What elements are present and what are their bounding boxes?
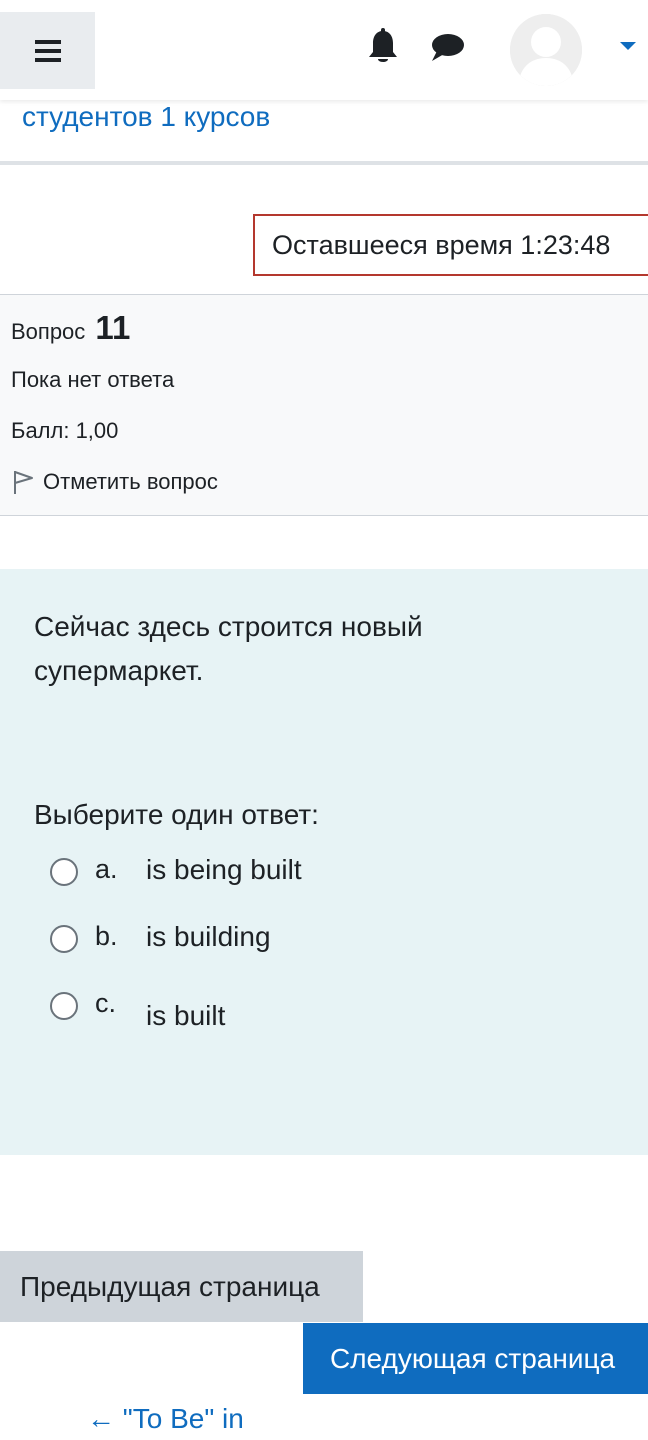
bell-icon[interactable] [366,28,400,66]
top-navbar [0,0,648,100]
course-title-link[interactable]: студентов 1 курсов [22,100,270,134]
flag-icon [14,471,33,494]
option-text[interactable]: is built [146,1000,225,1032]
question-text: Сейчас здесь строится новый супермаркет. [34,611,423,686]
caret-down-icon[interactable] [618,38,638,52]
option-letter: b. [95,921,118,951]
question-number: Вопрос 11 [11,309,130,347]
course-header: студентов 1 курсов [0,100,648,165]
quiz-timer: Оставшееся время 1:23:48 [253,214,648,276]
default-user-icon [510,14,582,86]
option-letter: c. [95,988,117,1018]
question-number-value: 11 [95,309,131,346]
answer-option-b[interactable]: b. is building [50,921,271,961]
flag-question-label: Отметить вопрос [43,469,218,494]
previous-page-button[interactable]: Предыдущая страница [0,1251,363,1322]
radio-button[interactable] [50,925,78,953]
question-info-panel: Вопрос 11 Пока нет ответа Балл: 1,00 Отм… [0,294,648,516]
radio-button[interactable] [50,992,78,1020]
user-avatar[interactable] [510,14,582,86]
answer-option-c[interactable]: c. is built [50,988,225,1031]
menu-toggle-button[interactable] [0,12,95,89]
option-letter: a. [95,854,118,884]
question-content: Сейчас здесь строится новый супермаркет.… [0,569,648,1155]
flag-question-button[interactable]: Отметить вопрос [11,469,218,495]
question-grade: Балл: 1,00 [11,418,119,443]
question-state: Пока нет ответа [11,367,175,392]
question-number-label: Вопрос [11,319,86,344]
answer-option-a[interactable]: a. is being built [50,854,302,894]
option-text[interactable]: is being built [146,854,302,886]
radio-button[interactable] [50,858,78,886]
hamburger-menu-icon [34,39,61,62]
answer-prompt: Выберите один ответ: [34,799,319,830]
next-page-button[interactable]: Следующая страница [303,1323,648,1394]
chat-bubble-icon[interactable] [428,30,466,66]
option-text[interactable]: is building [146,921,271,953]
quiz-page: студентов 1 курсов Оставшееся время 1:23… [0,0,648,1440]
previous-activity-link[interactable]: ← "To Be" in [87,1403,244,1435]
